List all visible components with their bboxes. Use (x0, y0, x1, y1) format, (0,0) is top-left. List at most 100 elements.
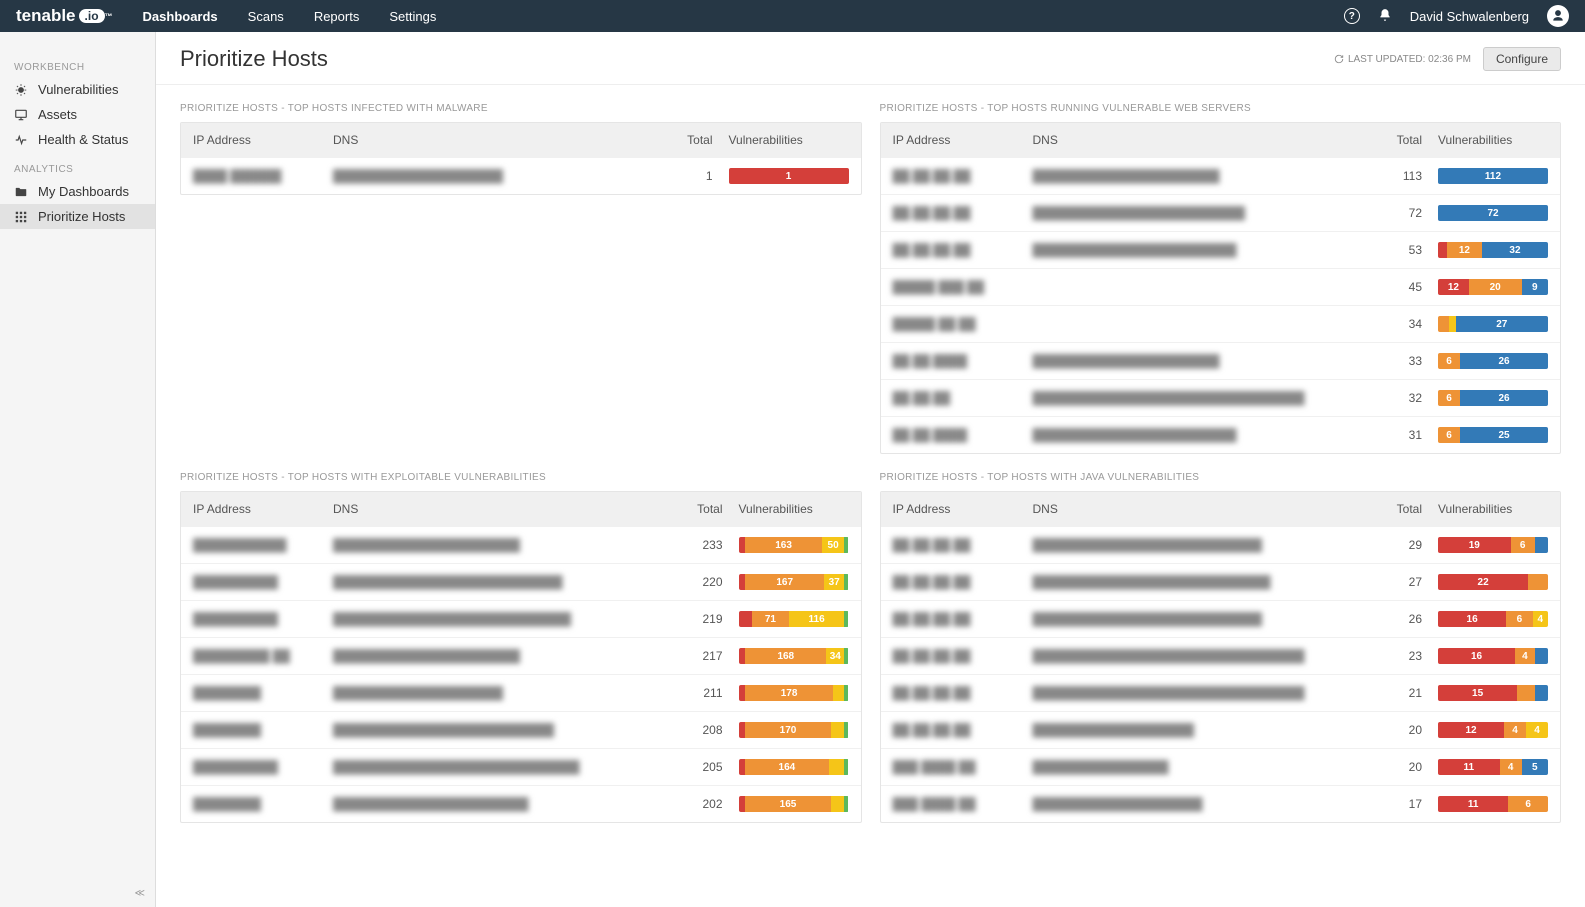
cell-dns: ████████████████████████████████ (1033, 649, 1379, 663)
cell-total: 31 (1378, 428, 1438, 442)
table-row[interactable]: █████ ███ ██4512209 (881, 268, 1561, 305)
vuln-segment (1517, 685, 1535, 701)
notifications-icon[interactable] (1378, 8, 1392, 25)
nav-scans[interactable]: Scans (248, 9, 284, 24)
cell-total: 34 (1378, 317, 1438, 331)
vuln-segment: 4 (1500, 759, 1522, 775)
table-row[interactable]: █████████████████████████████████2331635… (181, 526, 861, 563)
bug-icon (14, 83, 28, 97)
vuln-segment: 164 (745, 759, 829, 775)
cell-vuln: 164 (1438, 648, 1548, 664)
vuln-segment (739, 537, 746, 553)
cell-ip: ██████████ (193, 612, 333, 626)
vuln-segment: 25 (1460, 427, 1548, 443)
cell-total: 211 (679, 686, 739, 700)
sidebar-item-my-dashboards[interactable]: My Dashboards (0, 179, 155, 204)
vuln-segment: 4 (1526, 722, 1548, 738)
table-row[interactable]: ██.██.██.█████████████████████201244 (881, 711, 1561, 748)
cell-dns: ████████████████ (1033, 760, 1379, 774)
vuln-bar: 16737 (739, 574, 849, 590)
vuln-segment: 11 (1438, 759, 1500, 775)
help-icon[interactable]: ? (1344, 8, 1360, 24)
collapse-sidebar-icon[interactable]: ≪ (135, 888, 145, 899)
vuln-bar: 27 (1438, 316, 1548, 332)
cell-ip: █████ ██ ██ (893, 317, 1033, 331)
table: IP AddressDNSTotalVulnerabilities████ ██… (180, 122, 862, 195)
table-row[interactable]: ██.██.██.████████████████████████113112 (881, 157, 1561, 194)
vuln-segment: 15 (1438, 685, 1517, 701)
table-row[interactable]: ██.██.██.█████████████████████████████29… (881, 526, 1561, 563)
sidebar-item-label: Assets (38, 107, 77, 122)
username[interactable]: David Schwalenberg (1410, 9, 1529, 24)
cell-ip: ████████ (193, 723, 333, 737)
table-row[interactable]: ██.██.██.███████████████████████████████… (881, 674, 1561, 711)
nav-reports[interactable]: Reports (314, 9, 360, 24)
sidebar-item-assets[interactable]: Assets (0, 102, 155, 127)
table-row[interactable]: ███ ████ ██████████████████████17116 (881, 785, 1561, 822)
vuln-segment (1535, 648, 1548, 664)
sidebar-item-prioritize-hosts[interactable]: Prioritize Hosts (0, 204, 155, 229)
table-row[interactable]: ██.██.██████████████████████████33626 (881, 342, 1561, 379)
sidebar-item-label: Vulnerabilities (38, 82, 118, 97)
cell-ip: ██.██.██.██ (893, 575, 1033, 589)
nav-dashboards[interactable]: Dashboards (143, 9, 218, 24)
col-total: Total (669, 133, 729, 147)
vuln-segment: 72 (1438, 205, 1548, 221)
sidebar-item-vulnerabilities[interactable]: Vulnerabilities (0, 77, 155, 102)
cell-dns: ████████████████████████████ (1033, 575, 1379, 589)
table-row[interactable]: ██.██.██████████████████████████████████… (881, 379, 1561, 416)
panel: PRIORITIZE HOSTS - TOP HOSTS INFECTED WI… (180, 103, 862, 454)
cell-vuln: 178 (739, 685, 849, 701)
vuln-segment (844, 722, 848, 738)
table-row[interactable]: ████████████████████████████211178 (181, 674, 861, 711)
pulse-icon (14, 133, 28, 147)
table-row[interactable]: █████ ██ ██ 3427 (881, 305, 1561, 342)
cell-total: 21 (1378, 686, 1438, 700)
nav-settings[interactable]: Settings (389, 9, 436, 24)
vuln-segment: 16 (1438, 648, 1515, 664)
logo[interactable]: tenable.io™ (16, 6, 113, 26)
table-row[interactable]: ████ ██████████████████████████11 (181, 157, 861, 194)
cell-dns: ████████████████████████████████ (1033, 391, 1379, 405)
avatar-icon[interactable] (1547, 5, 1569, 27)
sidebar-item-health-status[interactable]: Health & Status (0, 127, 155, 152)
vuln-segment (831, 722, 844, 738)
cell-ip: ████ ██████ (193, 169, 333, 183)
col-dns: DNS (1033, 133, 1379, 147)
vuln-bar: 1145 (1438, 759, 1548, 775)
vuln-bar: 170 (739, 722, 849, 738)
sidebar-item-label: Prioritize Hosts (38, 209, 125, 224)
panel: PRIORITIZE HOSTS - TOP HOSTS WITH EXPLOI… (180, 472, 862, 823)
cell-vuln: 1244 (1438, 722, 1548, 738)
table-row[interactable]: ██.██.██.██████████████████████████53123… (881, 231, 1561, 268)
vuln-segment (844, 759, 848, 775)
table-header: IP AddressDNSTotalVulnerabilities (181, 492, 861, 526)
table-row[interactable]: █████████ ████████████████████████217168… (181, 637, 861, 674)
configure-button[interactable]: Configure (1483, 47, 1561, 71)
table-header: IP AddressDNSTotalVulnerabilities (881, 123, 1561, 157)
cell-vuln: 15 (1438, 685, 1548, 701)
vuln-segment (831, 796, 844, 812)
vuln-segment (844, 796, 848, 812)
cell-total: 113 (1378, 169, 1438, 183)
cell-ip: ██.██.██.██ (893, 686, 1033, 700)
cell-total: 205 (679, 760, 739, 774)
cell-vuln: 12209 (1438, 279, 1548, 295)
vuln-segment: 12 (1438, 722, 1504, 738)
table-row[interactable]: ██.██.██.███████████████████████████7272 (881, 194, 1561, 231)
table-row[interactable]: ██.██.██.██████████████████████████████2… (881, 563, 1561, 600)
table-row[interactable]: ███ ████ ██████████████████201145 (881, 748, 1561, 785)
table-row[interactable]: ███████████████████████████████████████2… (181, 748, 861, 785)
vuln-segment: 26 (1460, 353, 1548, 369)
table-row[interactable]: ██.██.██.█████████████████████████████26… (881, 600, 1561, 637)
cell-vuln: 16834 (739, 648, 849, 664)
table-row[interactable]: ██████████████████████████████████208170 (181, 711, 861, 748)
cell-vuln: 112 (1438, 168, 1548, 184)
cell-dns: ███████████████████████ (333, 797, 679, 811)
table-row[interactable]: █████████████████████████████████████220… (181, 563, 861, 600)
table-row[interactable]: ███████████████████████████████202165 (181, 785, 861, 822)
cell-ip: ██.██.██.██ (893, 169, 1033, 183)
table-row[interactable]: ██.██.████████████████████████████31625 (881, 416, 1561, 453)
table-row[interactable]: ██████████████████████████████████████21… (181, 600, 861, 637)
table-row[interactable]: ██.██.██.███████████████████████████████… (881, 637, 1561, 674)
